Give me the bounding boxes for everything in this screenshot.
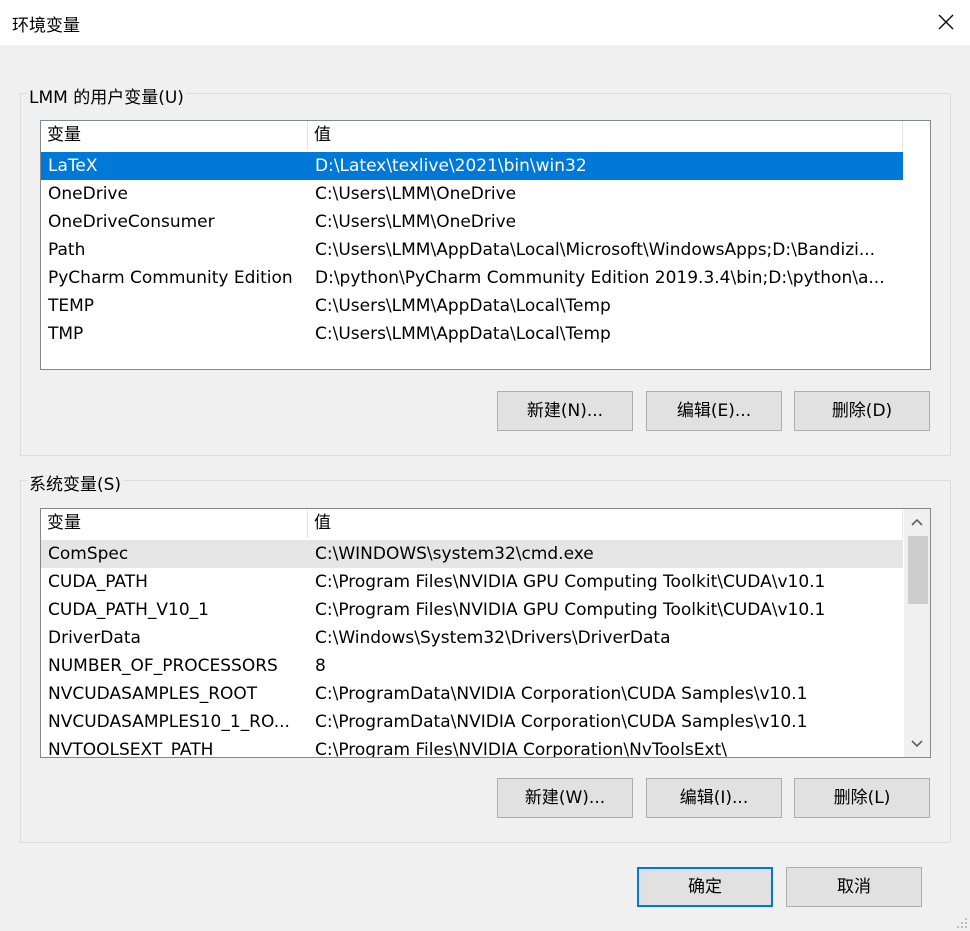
list-header: 变量 值 xyxy=(41,121,903,150)
variable-value-cell: C:\Users\LMM\OneDrive xyxy=(315,184,517,204)
variable-value-cell: C:\Program Files\NVIDIA Corporation\NvTo… xyxy=(315,740,727,758)
variable-name-cell: NVCUDASAMPLES10_1_RO... xyxy=(48,712,290,732)
variable-value-cell: C:\Program Files\NVIDIA GPU Computing To… xyxy=(315,572,826,592)
variable-value-cell: C:\Program Files\NVIDIA GPU Computing To… xyxy=(315,600,826,620)
user-edit-button[interactable]: 编辑(E)... xyxy=(646,391,782,431)
variable-value-cell: C:\Users\LMM\AppData\Local\Temp xyxy=(315,296,611,316)
table-row[interactable]: CUDA_PATH C:\Program Files\NVIDIA GPU Com… xyxy=(41,568,903,596)
scroll-down-arrow-icon xyxy=(911,740,923,748)
table-row[interactable]: CUDA_PATH_V10_1 C:\Program Files\NVIDIA G… xyxy=(41,596,903,624)
table-row[interactable]: OneDrive C:\Users\LMM\OneDrive xyxy=(41,180,903,208)
column-header-value[interactable]: 值 xyxy=(308,121,903,150)
scroll-up-arrow-icon xyxy=(911,518,923,526)
variable-name-cell: OneDrive xyxy=(48,184,128,204)
table-row[interactable]: NUMBER_OF_PROCESSORS 8 xyxy=(41,652,903,680)
column-header-variable[interactable]: 变量 xyxy=(41,121,308,150)
variable-name-cell: NVCUDASAMPLES_ROOT xyxy=(48,684,258,704)
variable-name-cell: OneDriveConsumer xyxy=(48,212,215,232)
variable-value-cell: D:\Latex\texlive\2021\bin\win32 xyxy=(315,156,587,176)
system-edit-button[interactable]: 编辑(I)... xyxy=(646,778,782,818)
variable-name-cell: Path xyxy=(48,240,86,260)
variable-name-cell: TMP xyxy=(48,324,84,344)
size-grip-icon[interactable] xyxy=(954,915,968,929)
table-row[interactable]: TEMP C:\Users\LMM\AppData\Local\Temp xyxy=(41,292,903,320)
table-row[interactable]: Path C:\Users\LMM\AppData\Local\Microsoft… xyxy=(41,236,903,264)
variable-value-cell: C:\Users\LMM\OneDrive xyxy=(315,212,517,232)
variable-name-cell: CUDA_PATH_V10_1 xyxy=(48,600,209,620)
close-icon xyxy=(938,14,954,30)
table-row[interactable]: OneDriveConsumer C:\Users\LMM\OneDrive xyxy=(41,208,903,236)
ok-button[interactable]: 确定 xyxy=(637,867,773,907)
table-row[interactable]: NVCUDASAMPLES10_1_RO... C:\ProgramData\NV… xyxy=(41,708,903,736)
table-row[interactable]: TMP C:\Users\LMM\AppData\Local\Temp xyxy=(41,320,903,348)
column-header-value[interactable]: 值 xyxy=(308,509,903,538)
system-delete-button[interactable]: 删除(L) xyxy=(794,778,930,818)
table-row[interactable]: DriverData C:\Windows\System32\Drivers\Dr… xyxy=(41,624,903,652)
variable-value-cell: C:\ProgramData\NVIDIA Corporation\CUDA S… xyxy=(315,684,808,704)
title-bar: 环境变量 xyxy=(0,0,970,45)
variable-value-cell: C:\Windows\System32\Drivers\DriverData xyxy=(315,628,671,648)
table-row[interactable]: NVTOOLSEXT_PATH C:\Program Files\NVIDIA C… xyxy=(41,736,903,758)
user-new-button[interactable]: 新建(N)... xyxy=(497,391,633,431)
variable-value-cell: C:\ProgramData\NVIDIA Corporation\CUDA S… xyxy=(315,712,808,732)
table-row[interactable]: PyCharm Community Edition D:\python\PyCha… xyxy=(41,264,903,292)
variable-name-cell: LaTeX xyxy=(48,156,98,176)
variable-name-cell: NVTOOLSEXT_PATH xyxy=(48,740,214,758)
cancel-button[interactable]: 取消 xyxy=(786,867,922,907)
variable-value-cell: D:\python\PyCharm Community Edition 2019… xyxy=(315,268,885,288)
scroll-down-button[interactable] xyxy=(904,731,930,757)
variable-name-cell: CUDA_PATH xyxy=(48,572,148,592)
table-row[interactable]: NVCUDASAMPLES_ROOT C:\ProgramData\NVIDIA … xyxy=(41,680,903,708)
window-title: 环境变量 xyxy=(12,16,80,36)
variable-value-cell: C:\WINDOWS\system32\cmd.exe xyxy=(315,544,594,564)
vertical-scrollbar[interactable] xyxy=(904,509,930,757)
column-header-variable[interactable]: 变量 xyxy=(41,509,308,538)
variable-value-cell: 8 xyxy=(315,656,326,676)
variable-value-cell: C:\Users\LMM\AppData\Local\Temp xyxy=(315,324,611,344)
system-variables-list[interactable]: 变量 值 ComSpec C:\WINDOWS\system32\cmd.exe C… xyxy=(40,508,931,758)
variable-name-cell: TEMP xyxy=(48,296,95,316)
user-variables-label: LMM 的用户变量(U) xyxy=(27,83,186,108)
variable-name-cell: ComSpec xyxy=(48,544,129,564)
table-row[interactable]: ComSpec C:\WINDOWS\system32\cmd.exe xyxy=(41,540,903,568)
variable-value-cell: C:\Users\LMM\AppData\Local\Microsoft\Win… xyxy=(315,240,876,260)
variable-name-cell: NUMBER_OF_PROCESSORS xyxy=(48,656,278,676)
system-new-button[interactable]: 新建(W)... xyxy=(497,778,633,818)
user-delete-button[interactable]: 删除(D) xyxy=(794,391,930,431)
system-variables-label: 系统变量(S) xyxy=(27,470,124,495)
variable-name-cell: DriverData xyxy=(48,628,141,648)
table-row[interactable]: LaTeX D:\Latex\texlive\2021\bin\win32 xyxy=(41,152,903,180)
scroll-up-button[interactable] xyxy=(904,509,930,535)
user-variables-list[interactable]: 变量 值 LaTeX D:\Latex\texlive\2021\bin\win3… xyxy=(40,120,931,370)
scrollbar-thumb[interactable] xyxy=(908,536,928,604)
variable-name-cell: PyCharm Community Edition xyxy=(48,268,293,288)
list-header: 变量 值 xyxy=(41,509,903,538)
close-button[interactable] xyxy=(922,0,970,45)
